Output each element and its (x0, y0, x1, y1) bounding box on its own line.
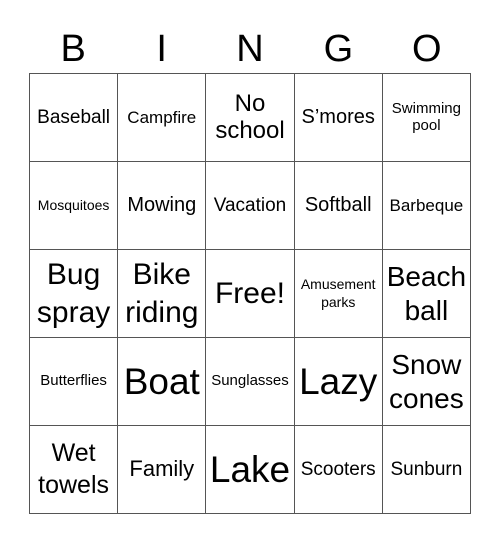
bingo-cell[interactable]: Bike riding (118, 250, 207, 338)
header-letter-i: I (156, 28, 167, 70)
bingo-cell[interactable]: Barbeque (382, 162, 471, 250)
bingo-cell[interactable]: Bug spray (30, 250, 119, 338)
bingo-cell[interactable]: Campfire (118, 74, 207, 162)
bingo-cell[interactable]: Mosquitoes (30, 162, 119, 250)
header-letter-o: O (412, 28, 442, 70)
bingo-cell[interactable]: Lazy (294, 338, 383, 426)
bingo-cell[interactable]: Mowing (118, 162, 207, 250)
bingo-cell[interactable]: Butterflies (30, 338, 119, 426)
bingo-cell[interactable]: Boat (118, 338, 207, 426)
bingo-grid: Baseball Campfire No school S’mores Swim… (29, 73, 471, 514)
header-letter-b: B (60, 28, 86, 70)
header-letter-g: G (323, 28, 354, 70)
bingo-cell[interactable]: Amusement parks (294, 250, 383, 338)
bingo-cell[interactable]: Sunburn (382, 426, 471, 514)
bingo-cell[interactable]: Swimming pool (382, 74, 471, 162)
bingo-header: B I N G O (29, 26, 471, 72)
bingo-cell[interactable]: Scooters (294, 426, 383, 514)
free-space-cell[interactable]: Free! (206, 250, 295, 338)
header-letter-n: N (236, 28, 264, 70)
bingo-cell[interactable]: Baseball (30, 74, 119, 162)
bingo-cell[interactable]: Family (118, 426, 207, 514)
bingo-cell[interactable]: S’mores (294, 74, 383, 162)
bingo-cell[interactable]: No school (206, 74, 295, 162)
bingo-cell[interactable]: Beach ball (382, 250, 471, 338)
bingo-cell[interactable]: Vacation (206, 162, 295, 250)
bingo-cell[interactable]: Wet towels (30, 426, 119, 514)
bingo-cell[interactable]: Lake (206, 426, 295, 514)
bingo-cell[interactable]: Softball (294, 162, 383, 250)
bingo-cell[interactable]: Sunglasses (206, 338, 295, 426)
bingo-cell[interactable]: Snow cones (382, 338, 471, 426)
